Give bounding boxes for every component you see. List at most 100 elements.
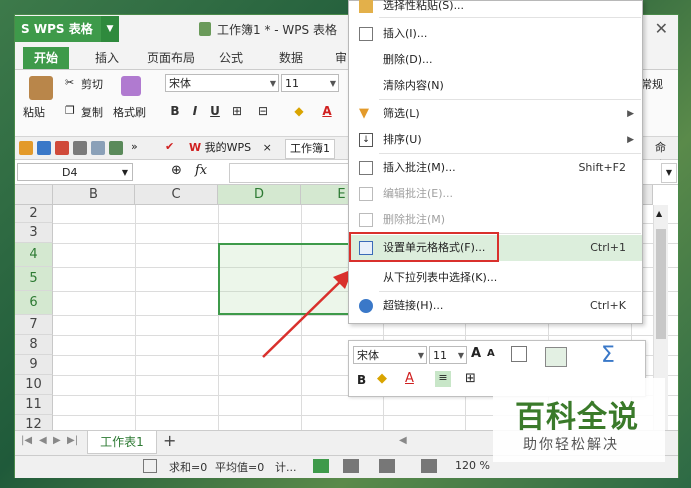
mini-font-value: 宋体 xyxy=(357,349,379,362)
undo-icon[interactable] xyxy=(109,141,123,155)
chevron-down-icon[interactable]: ▼ xyxy=(661,163,677,183)
row-header-4[interactable]: 4 xyxy=(15,243,53,267)
format-painter-icon[interactable] xyxy=(121,76,141,96)
print-preview-icon[interactable] xyxy=(91,141,105,155)
copy-button[interactable]: 复制 xyxy=(81,104,103,120)
font-size-select[interactable]: 11 ▼ xyxy=(281,74,339,92)
tab-home[interactable]: 开始 xyxy=(23,47,69,69)
last-sheet-icon[interactable]: ▶| xyxy=(67,435,78,446)
format-painter-button[interactable]: 格式刷 xyxy=(113,104,146,120)
menu-item-filter[interactable]: ▼ 筛选(L) ▶ xyxy=(349,101,642,127)
status-count: 计... xyxy=(275,461,297,474)
close-icon[interactable]: × xyxy=(263,141,272,154)
number-format-label[interactable]: 常规 xyxy=(641,76,663,92)
row-header-10[interactable]: 10 xyxy=(15,375,53,395)
menu-item-delete[interactable]: 删除(D)... xyxy=(349,47,642,73)
align-center-icon[interactable]: ≡ xyxy=(435,371,451,387)
cell-style-icon[interactable] xyxy=(511,346,527,362)
shrink-font-icon[interactable]: A xyxy=(487,348,495,359)
row-header-12[interactable]: 12 xyxy=(15,415,53,430)
workbook-label: 工作簿1 xyxy=(290,142,330,155)
menu-item-sort[interactable]: ↓ 排序(U) ▶ xyxy=(349,127,642,153)
menu-item-insert-comment[interactable]: 插入批注(M)... Shift+F2 xyxy=(349,155,642,181)
name-box[interactable]: D4 ▼ xyxy=(17,163,133,181)
menu-item-insert[interactable]: 插入(I)... xyxy=(349,21,642,47)
page-layout-view-icon[interactable] xyxy=(379,459,395,473)
row-header-11[interactable]: 11 xyxy=(15,395,53,415)
row-header-9[interactable]: 9 xyxy=(15,355,53,375)
bold-button[interactable]: B xyxy=(167,103,183,119)
font-color-icon[interactable]: A xyxy=(319,103,335,119)
menu-item-edit-comment: 编辑批注(E)... xyxy=(349,181,642,207)
copy-icon[interactable]: ❐ xyxy=(65,104,75,117)
open-folder-icon[interactable] xyxy=(19,141,33,155)
chevron-down-icon: ▼ xyxy=(457,351,464,360)
mini-fill-color-icon[interactable]: ◆ xyxy=(377,371,387,386)
font-name-select[interactable]: 宋体 ▼ xyxy=(165,74,279,92)
tab-page-layout[interactable]: 页面布局 xyxy=(139,47,203,69)
mini-font-select[interactable]: 宋体 ▼ xyxy=(353,346,427,364)
prev-sheet-icon[interactable]: ◀ xyxy=(39,435,47,446)
row-header-2[interactable]: 2 xyxy=(15,205,53,223)
mini-size-select[interactable]: 11 ▼ xyxy=(429,346,467,364)
column-header-d[interactable]: D xyxy=(218,185,301,205)
formula-input[interactable] xyxy=(229,163,351,183)
more-icon[interactable]: » xyxy=(131,140,138,153)
menu-item-label: 删除批注(M) xyxy=(383,213,446,226)
grow-font-icon[interactable]: A xyxy=(471,346,481,361)
next-sheet-icon[interactable]: ▶ xyxy=(53,435,61,446)
row-header-7[interactable]: 7 xyxy=(15,315,53,335)
chevron-down-icon[interactable]: ▼ xyxy=(101,16,119,42)
tab-my-wps[interactable]: W 我的WPS × xyxy=(185,139,276,157)
border-icon[interactable]: ⊞ xyxy=(229,103,245,119)
fill-color-icon[interactable]: ◆ xyxy=(291,103,307,119)
menu-item-pick-from-list[interactable]: 从下拉列表中选择(K)... xyxy=(349,265,642,291)
row-header-5[interactable]: 5 xyxy=(15,267,53,291)
merge-icon[interactable]: ⊟ xyxy=(255,103,271,119)
fx-button[interactable]: fx xyxy=(195,163,207,178)
hscroll-left-icon[interactable]: ◀ xyxy=(399,435,407,446)
save-icon[interactable] xyxy=(37,141,51,155)
mini-bold-button[interactable]: B xyxy=(357,373,366,387)
italic-button[interactable]: I xyxy=(187,103,203,119)
column-header-c[interactable]: C xyxy=(135,185,218,205)
context-menu: 选择性粘贴(S)... 插入(I)... 删除(D)... 清除内容(N) ▼ … xyxy=(348,0,643,324)
row-header-8[interactable]: 8 xyxy=(15,335,53,355)
annotation-highlight-box xyxy=(349,232,499,262)
page-break-view-icon[interactable] xyxy=(343,459,359,473)
tab-workbook[interactable]: 工作簿1 xyxy=(285,139,335,159)
close-icon[interactable]: ✕ xyxy=(655,19,668,38)
sum-icon[interactable]: Σ xyxy=(601,343,615,368)
column-header-b[interactable]: B xyxy=(53,185,135,205)
tab-formulas[interactable]: 公式 xyxy=(211,47,251,69)
first-sheet-icon[interactable]: |◀ xyxy=(21,435,32,446)
tab-insert[interactable]: 插入 xyxy=(87,47,127,69)
tab-data[interactable]: 数据 xyxy=(271,47,311,69)
scroll-up-icon[interactable]: ▲ xyxy=(656,209,662,218)
add-sheet-button[interactable]: + xyxy=(163,431,176,450)
mini-font-color-icon[interactable]: A xyxy=(405,371,414,386)
reading-view-icon[interactable] xyxy=(421,459,437,473)
print-icon[interactable] xyxy=(73,141,87,155)
menu-item-hyperlink[interactable]: 超链接(H)... Ctrl+K xyxy=(349,293,642,319)
mini-border-icon[interactable]: ⊞ xyxy=(465,371,476,386)
chart-icon[interactable] xyxy=(545,347,567,367)
scrollbar-thumb[interactable] xyxy=(656,229,666,339)
edit-comment-icon xyxy=(359,187,373,201)
row-header-3[interactable]: 3 xyxy=(15,223,53,243)
paste-button[interactable]: 粘贴 xyxy=(23,104,45,120)
wps-app-menu-button[interactable]: S WPS 表格 ▼ xyxy=(15,16,119,42)
select-all-corner[interactable] xyxy=(15,185,53,205)
row-header-6[interactable]: 6 xyxy=(15,291,53,315)
normal-view-icon[interactable] xyxy=(313,459,329,473)
paste-icon[interactable] xyxy=(29,76,53,100)
sheet-tab-1[interactable]: 工作表1 xyxy=(87,431,157,454)
menu-item-clear-contents[interactable]: 清除内容(N) xyxy=(349,73,642,99)
export-pdf-icon[interactable] xyxy=(55,141,69,155)
zoom-icon[interactable]: ⊕ xyxy=(171,163,182,178)
scissors-icon[interactable]: ✂ xyxy=(65,76,74,89)
underline-button[interactable]: U xyxy=(207,103,223,119)
cut-button[interactable]: 剪切 xyxy=(81,76,103,92)
zoom-level[interactable]: 120 % xyxy=(455,459,490,472)
gridline xyxy=(301,205,302,430)
